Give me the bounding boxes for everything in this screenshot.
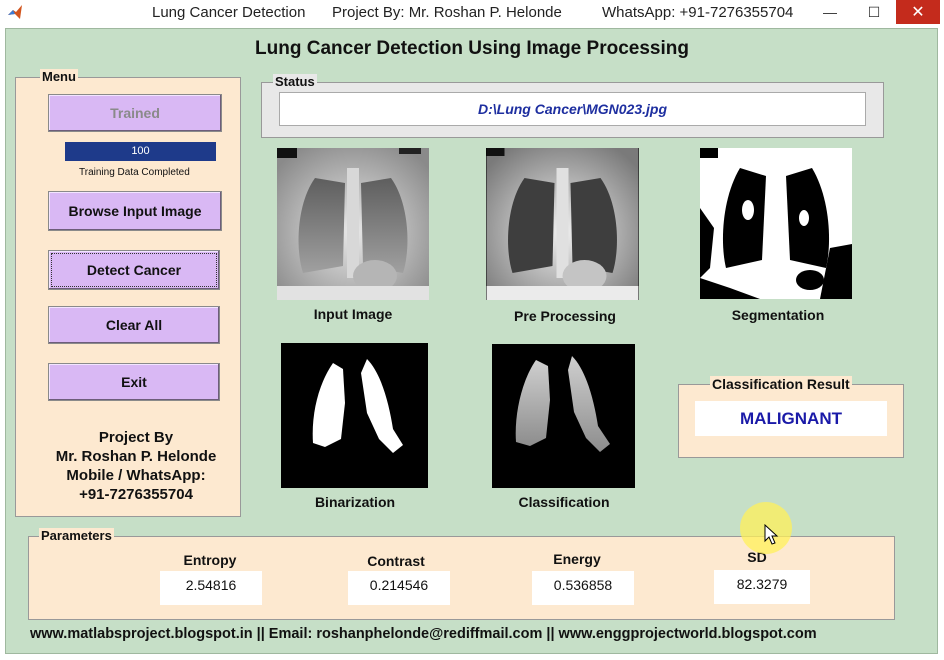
- window-titlebar: Lung Cancer Detection Project By: Mr. Ro…: [0, 0, 944, 26]
- binarization-caption: Binarization: [314, 494, 396, 510]
- classified-lungs-image: [492, 344, 635, 488]
- segmentation-caption: Segmentation: [731, 307, 825, 323]
- segmentation-mask-image: [700, 148, 852, 299]
- browse-input-image-button[interactable]: Browse Input Image: [48, 191, 222, 231]
- energy-label: Energy: [553, 551, 601, 567]
- mouse-pointer-icon: [764, 524, 779, 545]
- close-icon: ✕: [911, 4, 925, 21]
- classification-result-legend: Classification Result: [710, 376, 852, 392]
- maximize-icon: ☐: [867, 3, 881, 20]
- classification-result-value: MALIGNANT: [695, 401, 887, 436]
- classification-caption: Classification: [518, 494, 610, 510]
- chest-xray-preprocessed-image: [486, 148, 639, 300]
- entropy-value: 2.54816: [160, 571, 262, 605]
- minimize-icon: —: [823, 4, 837, 20]
- binarized-lungs-image: [281, 343, 428, 488]
- segmentation-axes: [700, 148, 852, 299]
- credit-line-3: Mobile / WhatsApp:: [66, 467, 206, 484]
- training-progress-bar: 100: [65, 142, 216, 161]
- parameters-legend: Parameters: [39, 528, 114, 543]
- file-path-display: D:\Lung Cancer\MGN023.jpg: [279, 92, 866, 126]
- credit-line-2: Mr. Roshan P. Helonde: [55, 448, 217, 465]
- close-button[interactable]: ✕: [896, 0, 940, 24]
- contrast-value: 0.214546: [348, 571, 450, 605]
- exit-button[interactable]: Exit: [48, 363, 220, 401]
- chest-xray-input-image: [277, 148, 429, 300]
- entropy-label: Entropy: [183, 552, 237, 568]
- detect-cancer-button[interactable]: Detect Cancer: [48, 250, 220, 290]
- energy-value: 0.536858: [532, 571, 634, 605]
- classification-axes: [492, 344, 635, 488]
- input-image-axes: [277, 148, 429, 300]
- credit-line-4: +91-7276355704: [79, 486, 193, 503]
- maximize-button[interactable]: ☐: [852, 0, 896, 24]
- footer-contact: www.matlabsproject.blogspot.in || Email:…: [30, 626, 817, 642]
- window-title: Lung Cancer Detection: [152, 4, 306, 21]
- sd-value: 82.3279: [714, 570, 810, 604]
- window-title-author: Project By: Mr. Roshan P. Helonde: [332, 4, 562, 21]
- menu-legend: Menu: [40, 69, 78, 84]
- credit-line-1: Project By: [98, 429, 174, 446]
- author-credit: Project By Mr. Roshan P. Helonde Mobile …: [30, 428, 242, 504]
- binarization-axes: [281, 343, 428, 488]
- training-status-label: Training Data Completed: [79, 167, 190, 178]
- status-legend: Status: [273, 74, 317, 89]
- matlab-icon: [8, 5, 22, 19]
- input-image-caption: Input Image: [313, 306, 393, 322]
- pre-processing-caption: Pre Processing: [514, 308, 616, 324]
- minimize-button[interactable]: —: [808, 0, 852, 24]
- trained-button[interactable]: Trained: [48, 94, 222, 132]
- contrast-label: Contrast: [367, 553, 425, 569]
- clear-all-button[interactable]: Clear All: [48, 306, 220, 344]
- pre-processing-axes: [486, 148, 639, 300]
- window-title-whatsapp: WhatsApp: +91-7276355704: [602, 4, 794, 21]
- page-title: Lung Cancer Detection Using Image Proces…: [255, 38, 689, 59]
